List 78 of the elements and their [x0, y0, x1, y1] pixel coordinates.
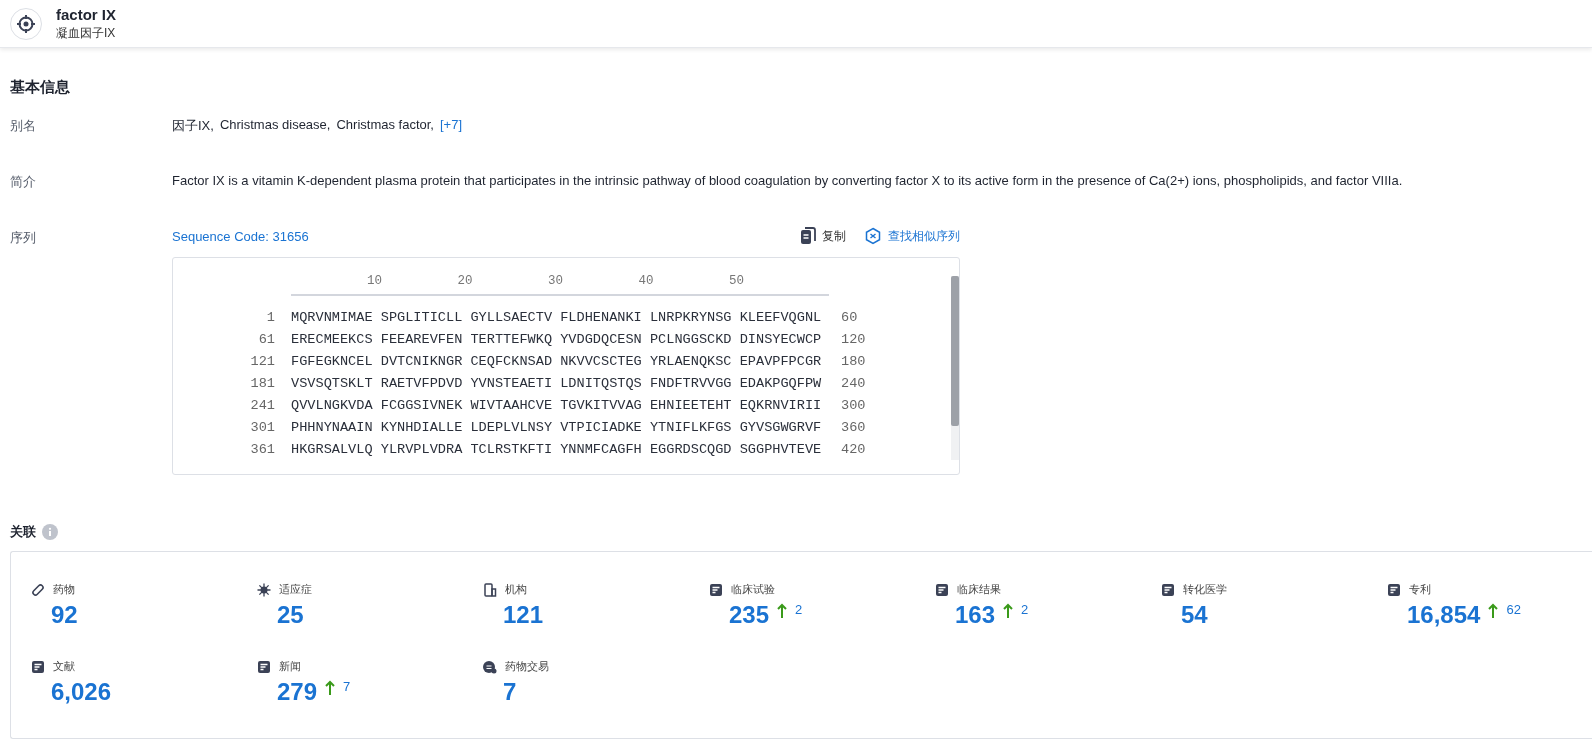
- stat-label: 药物: [53, 582, 75, 597]
- stat-label: 机构: [505, 582, 527, 597]
- sequence-line: MQRVNMIMAE SPGLITICLL GYLLSAECTV FLDHENANKI LNRPKRYNSG KLEEFVQGNL: [291, 309, 823, 325]
- stat-value-link[interactable]: 163: [955, 601, 996, 629]
- up-arrow-icon: [1003, 603, 1014, 619]
- line-number: 420: [841, 441, 866, 457]
- alias-text: Christmas disease,: [219, 117, 331, 134]
- stat-value-link[interactable]: 235: [729, 601, 770, 629]
- stat-value-link[interactable]: 25: [277, 601, 304, 629]
- stat-value-link[interactable]: 121: [503, 601, 544, 629]
- up-arrow-icon: [777, 603, 788, 619]
- stat-value-link[interactable]: 279: [277, 678, 318, 706]
- stat-label: 文献: [53, 659, 75, 674]
- alias-text: Christmas factor,: [336, 117, 434, 134]
- stat-label: 适应症: [279, 582, 312, 597]
- stat-value-link[interactable]: 7: [503, 678, 517, 706]
- stat-label: 新闻: [279, 659, 301, 674]
- line-number: 1: [265, 309, 276, 325]
- section-title: 关联: [10, 523, 36, 541]
- stat-label: 转化医学: [1183, 582, 1227, 597]
- stat-increase: 2: [795, 602, 803, 617]
- line-number: 180: [841, 353, 866, 369]
- line-number: 60: [841, 309, 858, 325]
- ruler-tick: 20: [457, 274, 474, 290]
- line-number: 361: [249, 441, 276, 457]
- stat-increase: 62: [1506, 602, 1521, 617]
- up-arrow-icon: [325, 680, 336, 696]
- field-label: 简介: [10, 173, 37, 191]
- find-similar-button[interactable]: 查找相似序列: [864, 227, 960, 245]
- sequence-code-link[interactable]: Sequence Code: 31656: [172, 228, 309, 244]
- stat-increase: 2: [1021, 602, 1029, 617]
- stat-label: 药物交易: [505, 659, 549, 674]
- copy-button[interactable]: 复制: [800, 227, 846, 245]
- ruler-tick: 30: [548, 274, 564, 290]
- up-arrow-icon: [1488, 603, 1499, 619]
- virus-icon: [257, 582, 271, 597]
- page-title: factor IX: [56, 5, 116, 23]
- stat-label: 临床试验: [731, 582, 775, 597]
- summary-text: Factor IX is a vitamin K-dependent plasma protein that participates in the intrinsic pathway of blood coagulation by converting factor X to its active form in the presence of Ca(2+) ions, phospholipids, and factor VIIIa.: [172, 173, 1403, 190]
- building-icon: [483, 582, 497, 597]
- ruler-tick: 40: [638, 274, 655, 290]
- sequence-line: FGFEGKNCEL DVTCNIKNGR CEQFCKNSAD NKVVCSCTEG YRLAENQKSC EPAVPFPCGR: [291, 353, 823, 369]
- info-icon[interactable]: [42, 524, 58, 540]
- line-number: 240: [841, 375, 866, 391]
- pill-icon: [31, 582, 45, 597]
- line-number: 241: [249, 397, 276, 413]
- page-subtitle: 凝血因子IX: [56, 24, 116, 42]
- stat-label: 专利: [1409, 582, 1431, 597]
- sequence-line: VSVSQTSKLT RAETVFPDVD YVNSTEAETI LDNITQSTQS FNDFTRVVGG EDAKPGQFPW: [291, 375, 823, 391]
- line-number: 121: [249, 353, 276, 369]
- scrollbar[interactable]: [951, 276, 959, 460]
- sequence-line: PHHNYNAAIN KYNHDIALLE LDEPLVLNSY VTPICIADKE YTNIFLKFGS GYVSGWGRVF: [291, 419, 823, 435]
- sequence-line: QVVLNGKVDA FCGGSIVNEK WIVTAAHCVE TGVKITVVAG EHNIEETEHT EQKRNVIRII: [291, 397, 823, 413]
- ruler-tick: 50: [729, 274, 745, 290]
- alias-text: 因子IX,: [172, 117, 214, 135]
- stat-value-link[interactable]: 54: [1181, 601, 1208, 629]
- line-number: 181: [249, 375, 276, 391]
- stat-label: 临床结果: [957, 582, 1001, 597]
- hexagon-icon: [864, 227, 882, 245]
- document-icon: [31, 659, 45, 674]
- stat-value-link[interactable]: 92: [51, 601, 78, 629]
- section-title: 基本信息: [10, 78, 71, 97]
- line-number: 120: [841, 331, 866, 347]
- line-number: 301: [249, 419, 276, 435]
- stat-value-link[interactable]: 16,854: [1407, 601, 1481, 629]
- stat-value-link[interactable]: 6,026: [51, 678, 112, 706]
- sequence-line: HKGRSALVLQ YLRVPLVDRA TCLRSTKFTI YNNMFCAGFH EGGRDSCQGD SGGPHVTEVE: [291, 441, 823, 457]
- ruler-tick: 10: [367, 274, 383, 290]
- line-number: 300: [841, 397, 866, 413]
- line-number: 61: [257, 331, 276, 347]
- sequence-line: ERECMEEKCS FEEAREVFEN TERTTEFWKQ YVDGDQCESN PCLNGGSCKD DINSYECWCP: [291, 331, 823, 347]
- field-label: 别名: [10, 117, 37, 135]
- line-number: 360: [841, 419, 866, 435]
- copy-icon: [800, 227, 816, 245]
- stat-increase: 7: [343, 679, 351, 694]
- more-aliases-link[interactable]: [+7]: [440, 117, 463, 135]
- field-label: 序列: [10, 229, 37, 247]
- document-icon: [1161, 582, 1175, 597]
